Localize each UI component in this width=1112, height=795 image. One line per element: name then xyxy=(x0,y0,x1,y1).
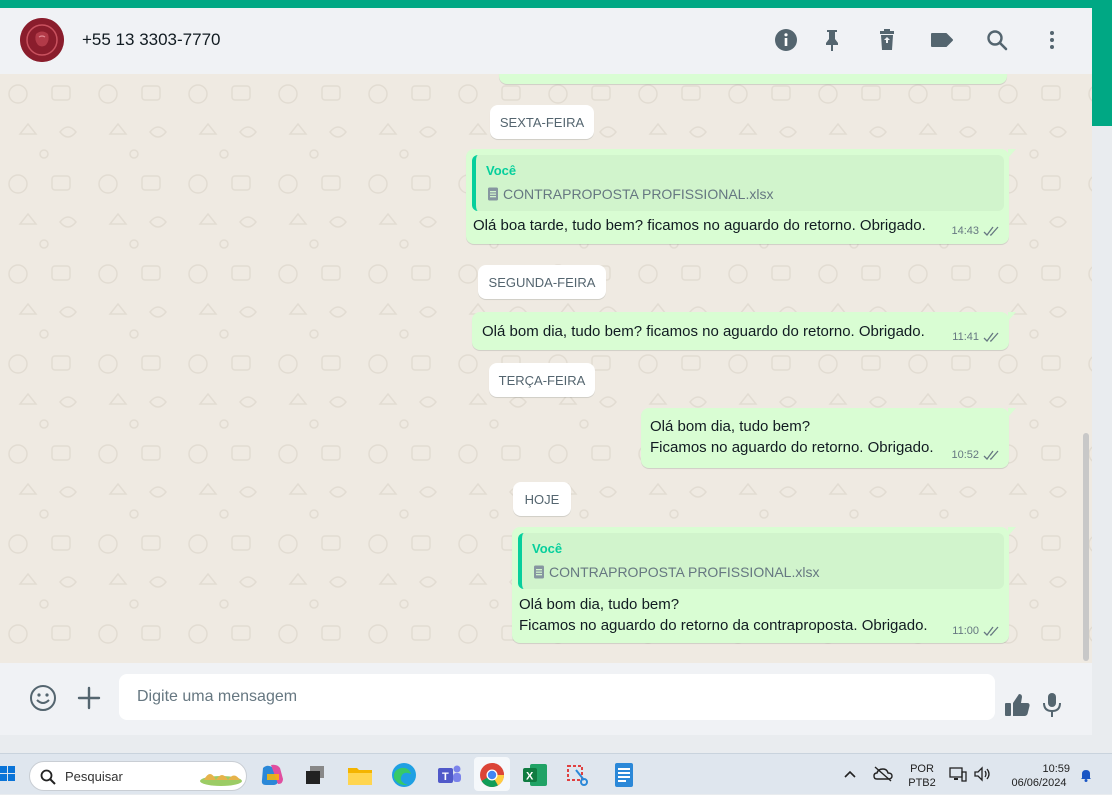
taskbar-search-label: Pesquisar xyxy=(65,769,123,784)
contact-name[interactable]: +55 13 3303-7770 xyxy=(82,30,221,50)
chat-scrollbar[interactable] xyxy=(1083,433,1089,661)
clock-date: 06/06/2024 xyxy=(1011,777,1067,789)
message-composer xyxy=(0,663,1092,735)
search-highlight-icon xyxy=(200,774,242,786)
search-icon[interactable] xyxy=(984,27,1010,53)
notepad-icon[interactable] xyxy=(609,760,639,790)
volume-icon[interactable] xyxy=(973,766,991,782)
more-icon[interactable] xyxy=(1039,27,1065,53)
document-icon xyxy=(534,565,544,579)
file-explorer-icon[interactable] xyxy=(345,760,375,790)
message-bubble[interactable]: Olá bom dia, tudo bem? Ficamos no aguard… xyxy=(641,408,1016,468)
network-icon[interactable] xyxy=(949,766,967,782)
contact-avatar[interactable] xyxy=(20,18,64,62)
keyboard-language[interactable]: POR PTB2 xyxy=(902,762,942,790)
window-accent-edge xyxy=(1092,8,1112,126)
message-meta: 10:52 xyxy=(951,449,1001,461)
quote-author: Você xyxy=(486,163,517,178)
search-icon xyxy=(40,769,56,785)
onedrive-offline-icon[interactable] xyxy=(873,766,893,782)
taskbar-search[interactable]: Pesquisar xyxy=(29,761,247,791)
message-time: 14:43 xyxy=(951,225,979,237)
info-icon[interactable] xyxy=(773,27,799,53)
message-text: Olá bom dia, tudo bem? Ficamos no aguard… xyxy=(650,418,934,456)
message-text: Olá boa tarde, tudo bem? ficamos no agua… xyxy=(473,217,926,234)
date-chip-monday: SEGUNDA-FEIRA xyxy=(478,265,606,299)
svg-text:T: T xyxy=(442,771,449,783)
thumbs-up-icon[interactable] xyxy=(1002,690,1032,720)
quote-author: Você xyxy=(532,541,563,556)
quote-file-name: CONTRAPROPOSTA PROFISSIONAL.xlsx xyxy=(503,186,774,202)
message-list[interactable]: SEXTA-FEIRA Você CONTRAPROPOSTA PROFISSI… xyxy=(0,74,1092,663)
quoted-message[interactable]: Você CONTRAPROPOSTA PROFISSIONAL.xlsx xyxy=(472,155,1004,211)
message-time: 10:52 xyxy=(951,449,979,461)
windows-taskbar: Pesquisar T X POR PTB2 10:59 06/06/2024 xyxy=(0,753,1112,794)
read-ticks-icon xyxy=(983,332,999,342)
clock[interactable]: 10:59 06/06/2024 xyxy=(1000,762,1078,790)
date-chip-today: HOJE xyxy=(513,482,571,516)
chrome-icon[interactable] xyxy=(474,757,510,791)
message-bubble[interactable]: Olá bom dia, tudo bem? ficamos no aguard… xyxy=(472,312,1016,350)
read-ticks-icon xyxy=(983,226,999,236)
message-text: Olá bom dia, tudo bem? ficamos no aguard… xyxy=(482,323,925,340)
whatsapp-window: +55 13 3303-7770 SEXTA-FEIRA Você CONTRA… xyxy=(0,8,1092,735)
message-input[interactable] xyxy=(119,674,995,720)
teams-icon[interactable]: T xyxy=(434,760,464,790)
language-code: POR xyxy=(910,763,934,775)
snipping-tool-icon[interactable] xyxy=(564,760,594,790)
notification-bell-icon[interactable] xyxy=(1079,768,1093,782)
quote-file-name: CONTRAPROPOSTA PROFISSIONAL.xlsx xyxy=(549,564,820,580)
message-bubble-partial[interactable] xyxy=(499,74,1007,84)
clock-time: 10:59 xyxy=(1042,763,1070,775)
date-chip-friday: SEXTA-FEIRA xyxy=(490,105,594,139)
excel-icon[interactable]: X xyxy=(520,760,550,790)
plus-icon[interactable] xyxy=(74,683,104,713)
message-meta: 11:41 xyxy=(952,331,1001,343)
emoji-icon[interactable] xyxy=(28,683,58,713)
delete-icon[interactable] xyxy=(874,27,900,53)
message-meta: 11:00 xyxy=(952,625,1001,637)
message-time: 11:00 xyxy=(952,625,979,637)
read-ticks-icon xyxy=(983,450,999,460)
svg-text:X: X xyxy=(526,771,534,783)
date-chip-tuesday: TERÇA-FEIRA xyxy=(489,363,595,397)
message-bubble[interactable]: Você CONTRAPROPOSTA PROFISSIONAL.xlsx Ol… xyxy=(466,149,1016,244)
edge-icon[interactable] xyxy=(389,760,419,790)
message-meta: 14:43 xyxy=(951,225,1001,237)
chat-header: +55 13 3303-7770 xyxy=(0,8,1092,75)
label-icon[interactable] xyxy=(929,27,955,53)
keyboard-layout: PTB2 xyxy=(908,777,936,789)
microphone-icon[interactable] xyxy=(1037,690,1067,720)
window-accent-bar xyxy=(0,0,1112,8)
quoted-message[interactable]: Você CONTRAPROPOSTA PROFISSIONAL.xlsx xyxy=(518,533,1004,589)
document-icon xyxy=(488,187,498,201)
message-text: Olá bom dia, tudo bem? Ficamos no aguard… xyxy=(519,596,928,634)
pin-icon[interactable] xyxy=(819,27,845,53)
read-ticks-icon xyxy=(983,626,999,636)
windows-start-icon[interactable] xyxy=(0,766,16,782)
tray-overflow-icon[interactable] xyxy=(843,767,857,781)
copilot-icon[interactable] xyxy=(257,760,287,790)
message-time: 11:41 xyxy=(952,331,979,343)
message-bubble[interactable]: Você CONTRAPROPOSTA PROFISSIONAL.xlsx Ol… xyxy=(512,527,1016,643)
task-view-icon[interactable] xyxy=(301,760,331,790)
